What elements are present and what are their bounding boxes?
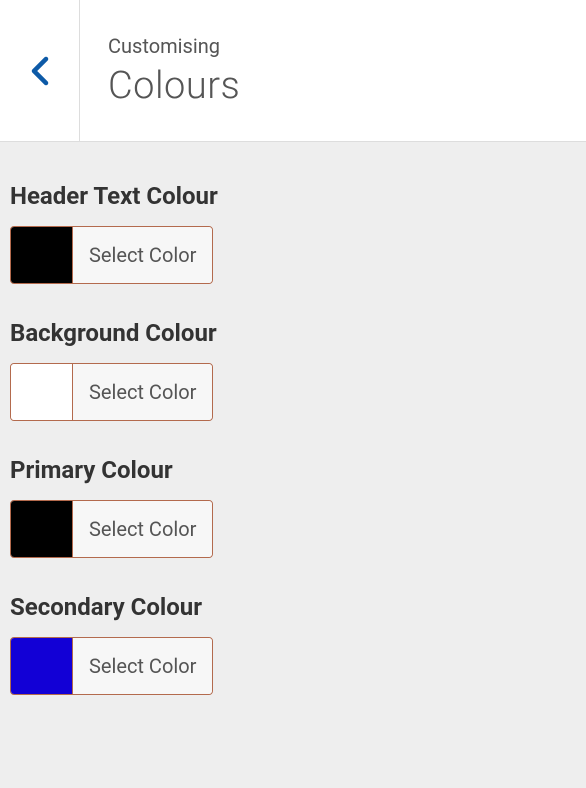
- header-text: Customising Colours: [80, 0, 268, 141]
- select-color-button[interactable]: Select Color: [73, 227, 212, 283]
- section-label: Header Text Colour: [10, 182, 576, 210]
- content: Header Text Colour Select Color Backgrou…: [0, 142, 586, 708]
- color-swatch[interactable]: [11, 364, 73, 420]
- select-color-button[interactable]: Select Color: [73, 501, 212, 557]
- color-control-background[interactable]: Select Color: [10, 363, 213, 421]
- color-swatch[interactable]: [11, 501, 73, 557]
- back-button[interactable]: [0, 0, 80, 141]
- section-primary-colour: Primary Colour Select Color: [10, 456, 576, 561]
- section-label: Primary Colour: [10, 456, 576, 484]
- section-secondary-colour: Secondary Colour Select Color: [10, 593, 576, 698]
- color-control-secondary[interactable]: Select Color: [10, 637, 213, 695]
- section-header-text-colour: Header Text Colour Select Color: [10, 182, 576, 287]
- chevron-left-icon: [31, 56, 49, 86]
- section-background-colour: Background Colour Select Color: [10, 319, 576, 424]
- section-label: Secondary Colour: [10, 593, 576, 621]
- select-color-button[interactable]: Select Color: [73, 638, 212, 694]
- select-color-button[interactable]: Select Color: [73, 364, 212, 420]
- color-swatch[interactable]: [11, 638, 73, 694]
- page-title: Colours: [108, 64, 240, 108]
- breadcrumb: Customising: [108, 34, 240, 58]
- panel-header: Customising Colours: [0, 0, 586, 142]
- color-swatch[interactable]: [11, 227, 73, 283]
- color-control-primary[interactable]: Select Color: [10, 500, 213, 558]
- section-label: Background Colour: [10, 319, 576, 347]
- color-control-header-text[interactable]: Select Color: [10, 226, 213, 284]
